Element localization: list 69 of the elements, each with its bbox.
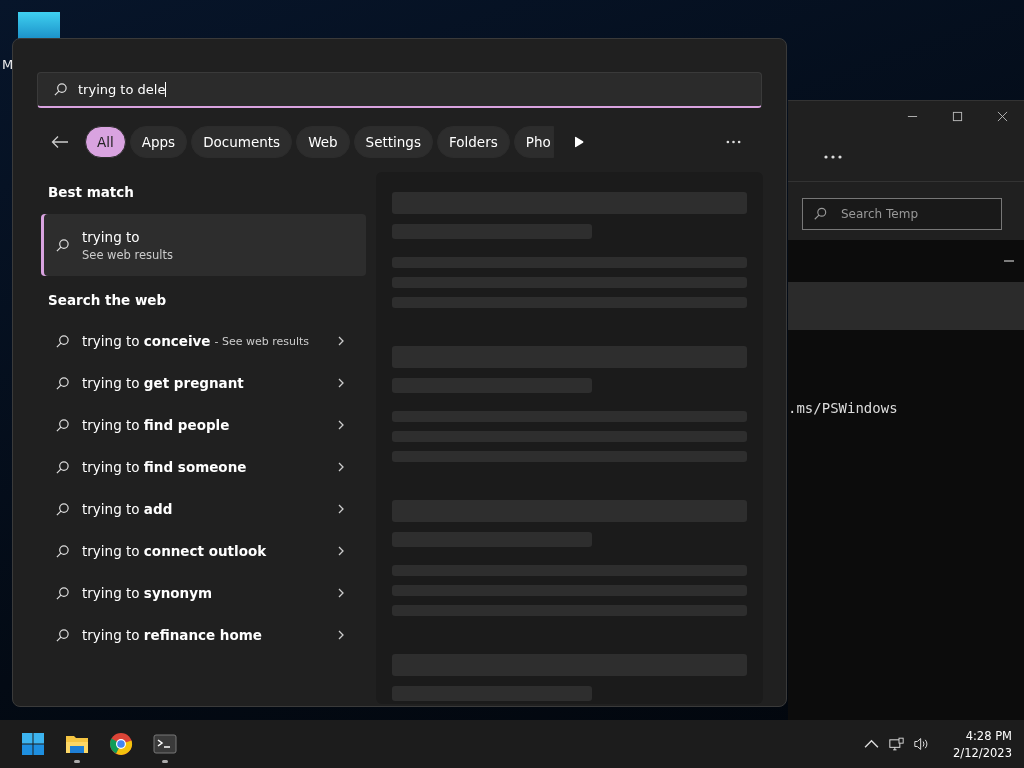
result-title: trying to (82, 228, 141, 245)
search-field[interactable]: Search Temp (802, 198, 1002, 230)
terminal-icon (153, 732, 177, 756)
search-icon (55, 627, 70, 643)
search-icon (55, 501, 70, 517)
search-query: trying to dele (78, 82, 166, 97)
chevron-right-icon (338, 336, 344, 346)
search-icon (55, 417, 70, 433)
search-field[interactable]: trying to dele (37, 72, 762, 108)
close-icon[interactable] (997, 111, 1008, 122)
filter-tab[interactable]: Folders (436, 126, 510, 158)
filter-tab[interactable]: Documents (191, 126, 293, 158)
filter-tab[interactable]: Pho (513, 126, 554, 158)
search-icon (55, 237, 70, 253)
filter-tab[interactable]: Settings (353, 126, 433, 158)
suggestion-note: - See web results (214, 334, 310, 348)
clock-date: 2/12/2023 (953, 745, 1012, 760)
best-match-item[interactable]: trying to See web results (41, 214, 366, 276)
back-arrow-icon[interactable] (51, 135, 69, 149)
web-suggestion[interactable]: trying to connect outlook (41, 530, 366, 572)
more-icon[interactable] (824, 155, 842, 159)
terminal-text: .ms/PSWindows (788, 400, 898, 416)
suggestion-text: trying to conceive (82, 333, 211, 349)
chevron-up-icon[interactable] (864, 737, 880, 751)
chevron-right-icon (338, 630, 344, 640)
chevron-right-icon (338, 588, 344, 598)
result-subtitle: See web results (82, 247, 174, 262)
section-heading: Best match (47, 183, 135, 200)
web-suggestion[interactable]: trying to add (41, 488, 366, 530)
clock[interactable]: 4:28 PM 2/12/2023 (953, 728, 1012, 760)
search-icon (55, 543, 70, 559)
filter-tab[interactable]: Apps (129, 126, 188, 158)
suggestion-text: trying to get pregnant (82, 375, 244, 391)
chevron-right-icon (338, 504, 344, 514)
web-suggestion[interactable]: trying to get pregnant (41, 362, 366, 404)
chevron-right-icon (338, 546, 344, 556)
search-icon (55, 585, 70, 601)
desktop-icon[interactable] (18, 12, 60, 40)
clock-time: 4:28 PM (965, 728, 1012, 743)
search-icon (55, 333, 70, 349)
suggestion-text: trying to find people (82, 417, 230, 433)
browser-icon (109, 732, 133, 756)
filter-tab[interactable]: Web (296, 126, 350, 158)
suggestion-text: trying to refinance home (82, 627, 262, 643)
suggestion-text: trying to synonym (82, 585, 213, 601)
suggestion-text: trying to connect outlook (82, 543, 267, 559)
network-icon[interactable] (889, 737, 905, 751)
search-icon (53, 82, 68, 97)
web-suggestion[interactable]: trying to find people (41, 404, 366, 446)
speaker-icon[interactable] (914, 737, 930, 751)
web-suggestion[interactable]: trying to find someone (41, 446, 366, 488)
chevron-right-icon (338, 420, 344, 430)
search-icon (55, 375, 70, 391)
filter-tab[interactable]: All (85, 126, 126, 158)
web-suggestion[interactable]: trying to synonym (41, 572, 366, 614)
web-suggestion[interactable]: trying to conceive - See web results (41, 320, 366, 362)
web-suggestion[interactable]: trying to refinance home (41, 614, 366, 656)
suggestion-text: trying to add (82, 501, 173, 517)
section-heading: Search the web (47, 291, 168, 310)
maximize-icon[interactable] (952, 111, 963, 122)
chevron-right-icon (338, 462, 344, 472)
more-icon[interactable] (725, 140, 741, 144)
play-icon[interactable] (573, 136, 584, 148)
windows-logo-icon (21, 732, 45, 756)
search-icon (55, 459, 70, 475)
desktop-icon-label: M (2, 57, 14, 72)
suggestion-text: trying to find someone (82, 459, 247, 475)
search-icon (813, 207, 827, 221)
chevron-right-icon (338, 378, 344, 388)
